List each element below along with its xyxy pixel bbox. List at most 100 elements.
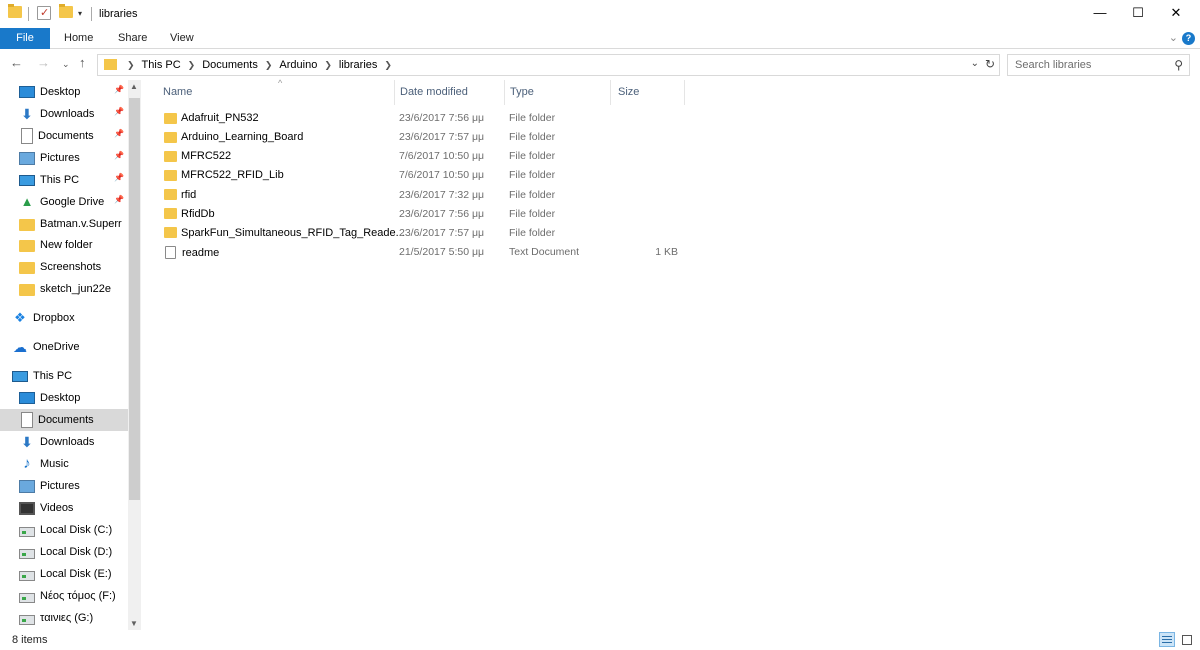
file-row[interactable]: SparkFun_Simultaneous_RFID_Tag_Reade... 2… xyxy=(150,224,690,243)
properties-icon[interactable] xyxy=(37,6,51,20)
large-icons-view-button[interactable] xyxy=(1179,632,1195,647)
drive-icon xyxy=(19,526,35,537)
pin-icon[interactable]: 📌 xyxy=(114,85,124,94)
scroll-up-icon[interactable]: ▲ xyxy=(130,82,138,91)
expand-ribbon-icon[interactable]: ⌄ xyxy=(1169,31,1178,44)
sidebar-item[interactable]: ☁ OneDrive xyxy=(0,336,128,358)
tab-share[interactable]: Share xyxy=(106,28,159,49)
search-icon[interactable]: ⚲ xyxy=(1174,58,1183,72)
file-row[interactable]: Arduino_Learning_Board 23/6/2017 7:57 μμ F… xyxy=(150,128,690,147)
scrollbar-thumb[interactable] xyxy=(129,98,140,500)
sidebar-scrollbar[interactable]: ▲ ▼ xyxy=(128,80,141,630)
sidebar-item[interactable]: Batman.v.Superr xyxy=(0,213,128,235)
chevron-right-icon[interactable]: ❯ xyxy=(324,60,332,71)
folder-icon xyxy=(164,169,177,181)
videos-icon xyxy=(19,501,35,515)
sidebar-item-label: Downloads xyxy=(40,436,95,448)
forward-arrow-icon[interactable]: → xyxy=(37,55,50,70)
tab-file[interactable]: File xyxy=(0,28,50,49)
scroll-down-icon[interactable]: ▼ xyxy=(130,619,138,628)
back-arrow-icon[interactable]: ← xyxy=(10,55,23,70)
file-row[interactable]: readme 21/5/2017 5:50 μμ Text Document 1 KB xyxy=(150,243,690,262)
sidebar-item[interactable]: This PC 📌 xyxy=(0,169,128,191)
file-list: Name ^ Date modified Type Size Adafruit_… xyxy=(150,78,1200,630)
pin-icon[interactable]: 📌 xyxy=(114,107,124,116)
chevron-down-icon[interactable]: ⌄ xyxy=(971,58,979,69)
sidebar-item[interactable]: Documents xyxy=(0,409,128,431)
tab-view[interactable]: View xyxy=(158,28,206,49)
sidebar-item-label: Documents xyxy=(38,414,94,426)
file-type: File folder xyxy=(509,169,556,182)
search-box[interactable]: ⚲ xyxy=(1007,54,1190,76)
file-type: File folder xyxy=(509,226,556,239)
sidebar-item[interactable]: ▲ Google Drive 📌 xyxy=(0,191,128,213)
help-icon[interactable]: ? xyxy=(1182,32,1195,45)
chevron-right-icon[interactable]: ❯ xyxy=(265,60,273,71)
sidebar-item[interactable]: ⬇ Downloads xyxy=(0,431,128,453)
sidebar-item-label: Videos xyxy=(40,502,74,514)
sidebar-item-label: Local Disk (D:) xyxy=(40,546,113,558)
sidebar-item[interactable]: Pictures 📌 xyxy=(0,147,128,169)
sidebar-item[interactable]: Documents 📌 xyxy=(0,125,128,147)
pin-icon[interactable]: 📌 xyxy=(114,151,124,160)
column-header-date[interactable]: Date modified xyxy=(395,80,505,105)
sidebar-item[interactable]: Screenshots xyxy=(0,256,128,278)
sidebar-item[interactable]: ⬇ Downloads 📌 xyxy=(0,103,128,125)
file-size: 1 KB xyxy=(655,246,678,259)
file-row[interactable]: Adafruit_PN532 23/6/2017 7:56 μμ File fold… xyxy=(150,109,690,128)
sidebar-item-label: Dropbox xyxy=(33,312,75,324)
breadcrumb-arduino[interactable]: Arduino xyxy=(279,59,317,71)
breadcrumb: ❯ This PC ❯ Documents ❯ Arduino ❯ librar… xyxy=(120,59,399,71)
sidebar-item[interactable]: Local Disk (D:) xyxy=(0,541,128,563)
file-row[interactable]: MFRC522_RFID_Lib 7/6/2017 10:50 μμ File fo… xyxy=(150,166,690,185)
chevron-right-icon[interactable]: ❯ xyxy=(384,60,392,71)
folder-icon xyxy=(19,284,35,296)
sidebar-item[interactable]: Local Disk (C:) xyxy=(0,519,128,541)
chevron-right-icon[interactable]: ❯ xyxy=(127,60,135,71)
sidebar-item[interactable]: Pictures xyxy=(0,475,128,497)
sidebar-item[interactable]: ♪ Music xyxy=(0,453,128,475)
breadcrumb-documents[interactable]: Documents xyxy=(202,59,258,71)
column-header-type[interactable]: Type xyxy=(505,80,611,105)
sidebar-item[interactable]: ❖ Dropbox xyxy=(0,307,128,329)
details-view-button[interactable] xyxy=(1159,632,1175,647)
sidebar-item[interactable]: sketch_jun22e xyxy=(0,278,128,300)
search-input[interactable] xyxy=(1008,55,1158,75)
customize-quick-access-icon[interactable]: ▾ xyxy=(78,9,82,18)
sidebar-item[interactable]: Desktop xyxy=(0,387,128,409)
breadcrumb-this-pc[interactable]: This PC xyxy=(142,59,181,71)
sidebar-item[interactable]: ταινιες (G:) xyxy=(0,607,128,629)
file-type: File folder xyxy=(509,188,556,201)
file-date: 23/6/2017 7:56 μμ xyxy=(399,112,485,124)
file-row[interactable]: RfidDb 23/6/2017 7:56 μμ File folder xyxy=(150,205,690,224)
recent-locations-icon[interactable]: ⌄ xyxy=(62,59,70,70)
address-bar[interactable]: ❯ This PC ❯ Documents ❯ Arduino ❯ librar… xyxy=(97,54,1000,76)
chevron-right-icon[interactable]: ❯ xyxy=(188,60,196,71)
sidebar-item[interactable]: Desktop 📌 xyxy=(0,81,128,103)
sidebar-item[interactable]: Local Disk (E:) xyxy=(0,563,128,585)
folder-icon xyxy=(19,219,35,231)
refresh-icon[interactable]: ↻ xyxy=(985,57,995,71)
file-type: File folder xyxy=(509,207,556,220)
up-arrow-icon[interactable]: ↑ xyxy=(79,55,86,70)
sidebar-item[interactable]: New folder xyxy=(0,234,128,256)
breadcrumb-libraries[interactable]: libraries xyxy=(339,59,378,71)
pin-icon[interactable]: 📌 xyxy=(114,173,124,182)
file-row[interactable]: MFRC522 7/6/2017 10:50 μμ File folder xyxy=(150,147,690,166)
sidebar-item[interactable]: Videos xyxy=(0,497,128,519)
folder-icon xyxy=(104,59,117,70)
sidebar-item[interactable]: Νέος τόμος (F:) xyxy=(0,585,128,607)
close-button[interactable]: ✕ xyxy=(1153,0,1199,28)
details-view-icon xyxy=(1162,636,1172,643)
new-folder-icon[interactable] xyxy=(59,4,73,18)
sidebar-item[interactable]: This PC xyxy=(0,365,128,387)
sidebar-item-label: ταινιες (G:) xyxy=(40,612,94,624)
file-name: rfid xyxy=(181,188,197,201)
pin-icon[interactable]: 📌 xyxy=(114,195,124,204)
pin-icon[interactable]: 📌 xyxy=(114,129,124,138)
sidebar-item-label: Desktop xyxy=(40,86,81,98)
file-row[interactable]: rfid 23/6/2017 7:32 μμ File folder xyxy=(150,186,690,205)
column-header-size[interactable]: Size xyxy=(613,80,685,105)
column-header-name[interactable]: Name ^ xyxy=(158,78,395,105)
tab-home[interactable]: Home xyxy=(52,28,105,49)
